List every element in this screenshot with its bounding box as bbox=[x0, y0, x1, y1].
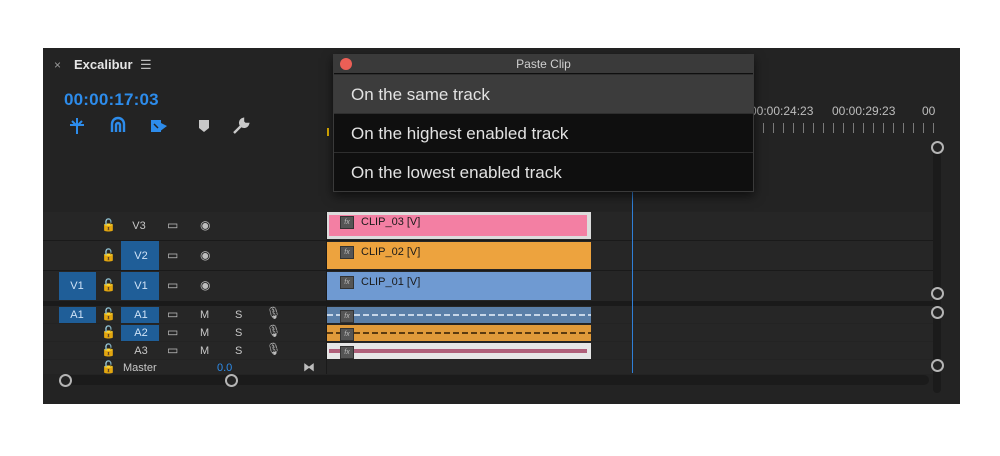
scroll-knob[interactable] bbox=[931, 359, 944, 372]
insert-overwrite-icon[interactable] bbox=[149, 116, 169, 136]
clip-v3[interactable]: fx CLIP_03 [V] bbox=[327, 212, 591, 239]
timeline-panel: × Excalibur ☰ 00:00:17:03 00:00:24:23 00… bbox=[43, 48, 960, 404]
ruler-time-label: 00:00:24:23 bbox=[750, 104, 814, 118]
eye-icon[interactable]: ◉ bbox=[200, 278, 210, 292]
sync-lock-icon[interactable]: ▭ bbox=[167, 248, 178, 262]
track-label-a1[interactable]: A1 bbox=[128, 309, 154, 321]
track-label-a2[interactable]: A2 bbox=[128, 327, 154, 339]
track-row-master bbox=[43, 360, 933, 374]
close-panel-icon[interactable]: × bbox=[54, 58, 61, 72]
source-label-a1[interactable]: A1 bbox=[64, 309, 90, 321]
marker-icon[interactable] bbox=[194, 116, 214, 136]
mute-button[interactable]: M bbox=[200, 345, 209, 357]
fx-icon: fx bbox=[340, 310, 354, 323]
dialog-title: Paste Clip bbox=[334, 55, 753, 73]
track-label-v2[interactable]: V2 bbox=[128, 250, 154, 262]
scroll-knob[interactable] bbox=[931, 287, 944, 300]
clip-a2[interactable]: fx bbox=[327, 325, 591, 341]
sync-lock-icon[interactable]: ▭ bbox=[167, 343, 178, 357]
fx-icon: fx bbox=[340, 346, 354, 359]
zoom-knob-right[interactable] bbox=[225, 374, 238, 387]
wrench-icon[interactable] bbox=[231, 116, 251, 136]
clip-v2[interactable]: fx CLIP_02 [V] bbox=[327, 242, 591, 269]
horizontal-scrollbar[interactable] bbox=[61, 375, 929, 385]
solo-button[interactable]: S bbox=[235, 345, 242, 357]
snap-icon[interactable] bbox=[67, 116, 87, 136]
sync-lock-icon[interactable]: ▭ bbox=[167, 325, 178, 339]
track-label-a3[interactable]: A3 bbox=[128, 345, 154, 357]
go-to-end-icon[interactable]: ⧓ bbox=[303, 360, 315, 374]
source-label-v1[interactable]: V1 bbox=[64, 280, 90, 292]
ruler-time-label: 00:00:29:23 bbox=[832, 104, 896, 118]
option-highest-enabled-track[interactable]: On the highest enabled track bbox=[334, 113, 753, 152]
ruler-time-label: 00 bbox=[922, 104, 936, 118]
track-label-v3[interactable]: V3 bbox=[126, 220, 152, 232]
scroll-knob[interactable] bbox=[931, 141, 944, 154]
panel-menu-icon[interactable]: ☰ bbox=[140, 57, 152, 73]
time-ruler-ticks[interactable] bbox=[743, 123, 943, 133]
vertical-scrollbar[interactable] bbox=[933, 143, 941, 393]
eye-icon[interactable]: ◉ bbox=[200, 248, 210, 262]
mute-button[interactable]: M bbox=[200, 327, 209, 339]
sync-lock-icon[interactable]: ▭ bbox=[167, 218, 178, 232]
solo-button[interactable]: S bbox=[235, 327, 242, 339]
playhead-timecode[interactable]: 00:00:17:03 bbox=[64, 90, 159, 110]
scroll-knob[interactable] bbox=[931, 306, 944, 319]
microphone-icon[interactable]: 🎙 bbox=[266, 342, 281, 356]
fx-icon: fx bbox=[340, 216, 354, 229]
lock-icon[interactable]: 🔓 bbox=[101, 218, 116, 232]
master-label: Master bbox=[123, 362, 157, 374]
fx-icon: fx bbox=[340, 328, 354, 341]
fx-icon: fx bbox=[340, 246, 354, 259]
close-dialog-icon[interactable] bbox=[340, 58, 352, 70]
lock-icon[interactable]: 🔓 bbox=[101, 248, 116, 262]
clip-name: CLIP_03 [V] bbox=[361, 216, 421, 228]
track-label-v1[interactable]: V1 bbox=[128, 280, 154, 292]
clip-name: CLIP_01 [V] bbox=[361, 276, 421, 288]
lock-icon[interactable]: 🔓 bbox=[101, 278, 116, 292]
fx-icon: fx bbox=[340, 276, 354, 289]
microphone-icon[interactable]: 🎙 bbox=[266, 324, 281, 338]
master-volume[interactable]: 0.0 bbox=[217, 362, 232, 374]
linked-selection-icon[interactable] bbox=[108, 116, 128, 136]
microphone-icon[interactable]: 🎙 bbox=[266, 306, 281, 320]
lock-icon[interactable]: 🔓 bbox=[101, 307, 116, 321]
playhead-line[interactable] bbox=[632, 188, 633, 373]
zoom-knob-left[interactable] bbox=[59, 374, 72, 387]
sequence-title[interactable]: Excalibur bbox=[74, 57, 133, 72]
clip-name: CLIP_02 [V] bbox=[361, 246, 421, 258]
clip-a1[interactable]: fx bbox=[327, 307, 591, 323]
solo-button[interactable]: S bbox=[235, 309, 242, 321]
option-lowest-enabled-track[interactable]: On the lowest enabled track bbox=[334, 152, 753, 191]
mute-button[interactable]: M bbox=[200, 309, 209, 321]
sync-lock-icon[interactable]: ▭ bbox=[167, 307, 178, 321]
paste-clip-dialog: Paste Clip On the same track On the high… bbox=[333, 54, 754, 192]
clip-a3[interactable]: fx bbox=[327, 343, 591, 359]
lock-icon[interactable]: 🔓 bbox=[101, 325, 116, 339]
lock-icon[interactable]: 🔓 bbox=[101, 360, 116, 374]
in-point-marker bbox=[327, 128, 329, 136]
lock-icon[interactable]: 🔓 bbox=[101, 343, 116, 357]
sync-lock-icon[interactable]: ▭ bbox=[167, 278, 178, 292]
clip-v1[interactable]: fx CLIP_01 [V] bbox=[327, 272, 591, 300]
option-same-track[interactable]: On the same track bbox=[334, 74, 753, 113]
eye-icon[interactable]: ◉ bbox=[200, 218, 210, 232]
